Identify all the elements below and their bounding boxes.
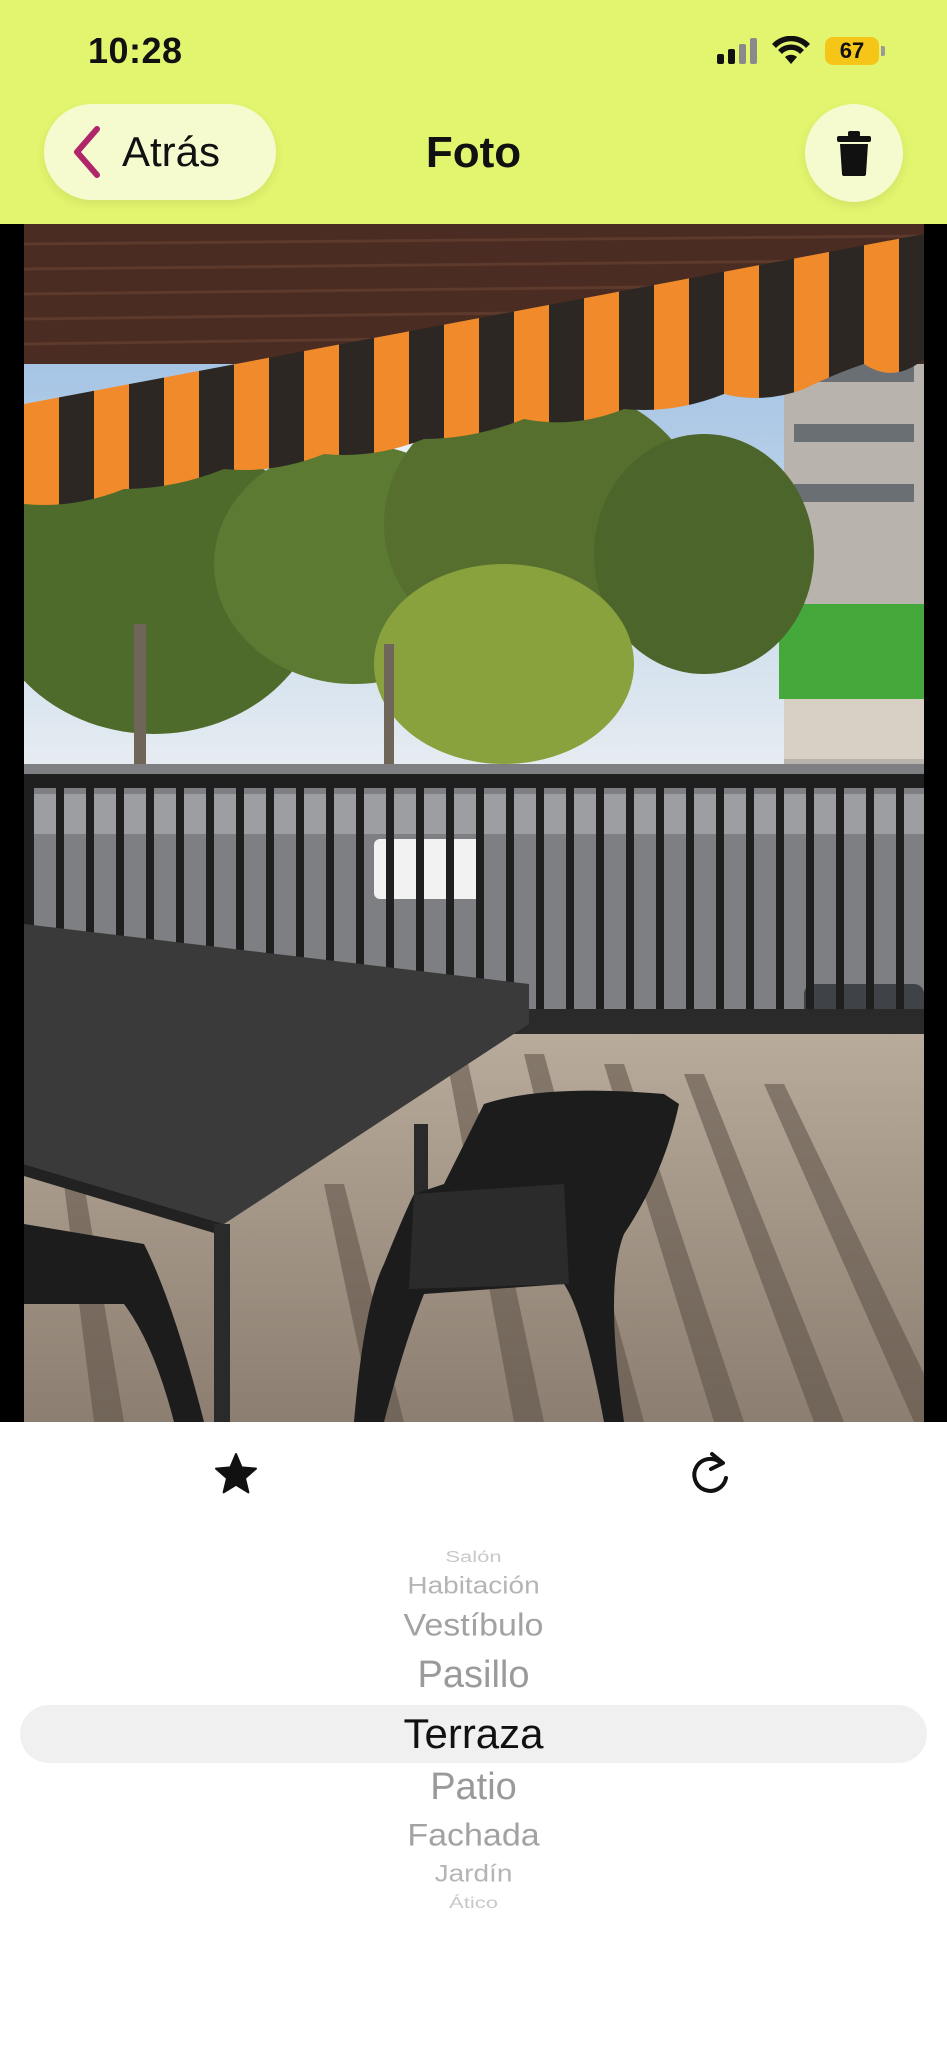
room-picker[interactable]: Salón Habitación Vestíbulo Pasillo Terra… xyxy=(0,1540,947,1920)
terrace-photo xyxy=(24,224,924,1422)
picker-item[interactable]: Salón xyxy=(0,1548,947,1566)
rotate-icon xyxy=(692,1452,728,1493)
picker-item[interactable]: Pasillo xyxy=(0,1654,947,1697)
battery-level: 67 xyxy=(825,37,879,65)
status-icons: 67 xyxy=(717,36,885,66)
picker-item-selected[interactable]: Terraza xyxy=(0,1710,947,1758)
picker-item[interactable]: Fachada xyxy=(0,1817,947,1853)
photo-actions xyxy=(0,1422,947,1522)
battery-icon: 67 xyxy=(825,37,885,65)
star-icon xyxy=(215,1453,257,1494)
picker-item[interactable]: Habitación xyxy=(0,1572,947,1599)
signal-icon xyxy=(717,38,757,64)
picker-item[interactable]: Jardín xyxy=(0,1860,947,1887)
picker-item[interactable]: Ático xyxy=(0,1894,947,1912)
trash-icon xyxy=(837,131,871,176)
picker-item[interactable]: Vestíbulo xyxy=(0,1607,947,1643)
wifi-icon xyxy=(772,36,810,64)
favorite-button[interactable] xyxy=(206,1444,266,1504)
header-bar: 10:28 67 Atrás Foto xyxy=(0,0,947,224)
status-time: 10:28 xyxy=(88,30,183,71)
picker-item[interactable]: Patio xyxy=(0,1766,947,1809)
delete-button[interactable] xyxy=(805,104,903,202)
rotate-button[interactable] xyxy=(680,1444,740,1504)
